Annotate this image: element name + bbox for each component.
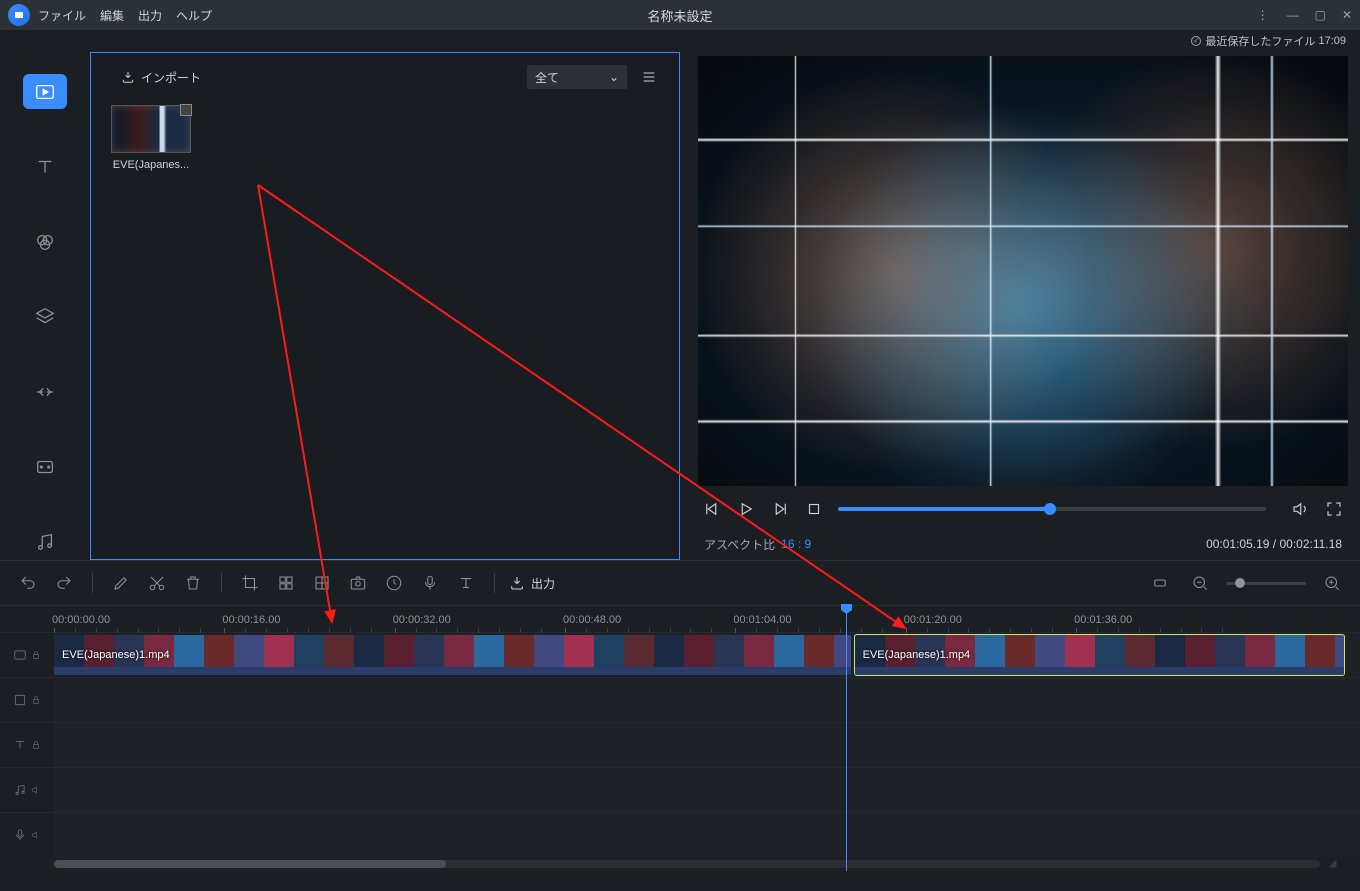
more-icon[interactable]: ⋮ (1257, 8, 1271, 22)
saved-check-icon (1191, 36, 1201, 46)
next-frame-button[interactable] (770, 499, 790, 519)
volume-button[interactable] (1290, 499, 1310, 519)
filter-label: 全て (535, 69, 559, 86)
preview-canvas[interactable] (698, 56, 1348, 486)
aspect-dropdown[interactable]: 16 : 9 (781, 537, 811, 551)
track-audio (0, 767, 1360, 812)
export-button[interactable]: 出力 (509, 575, 555, 592)
track-head-video[interactable] (0, 633, 54, 677)
clip-name: EVE(Japanese)1.mp4 (863, 649, 971, 661)
aspect-label: アスペクト比 (704, 536, 775, 553)
saved-time: 17:09 (1318, 35, 1346, 47)
list-view-button[interactable] (637, 65, 661, 89)
track-lane-video[interactable]: EVE(Japanese)1.mp4 EVE(Japanese)1.mp4 (54, 633, 1360, 677)
maximize-button[interactable]: ▢ (1315, 8, 1326, 22)
left-sidebar (0, 52, 90, 560)
clip-name: EVE(Japanese)1.mp4 (62, 649, 170, 661)
preview-panel: アスペクト比 16 : 9 00:01:05.19 / 00:02:11.18 (680, 52, 1360, 560)
fullscreen-button[interactable] (1324, 499, 1344, 519)
track-text (0, 722, 1360, 767)
grid-button[interactable] (308, 569, 336, 597)
sidebar-tab-audio[interactable] (23, 525, 67, 560)
voice-button[interactable] (416, 569, 444, 597)
track-lane-text[interactable] (54, 723, 1360, 767)
play-button[interactable] (736, 499, 756, 519)
timeline-clip[interactable]: EVE(Japanese)1.mp4 (855, 635, 1345, 675)
menu-output[interactable]: 出力 (138, 7, 162, 24)
app-logo (8, 4, 30, 26)
prev-frame-button[interactable] (702, 499, 722, 519)
resize-grip-icon (1326, 857, 1340, 871)
time-display: 00:01:05.19 / 00:02:11.18 (1206, 537, 1342, 551)
sidebar-tab-filter[interactable] (23, 224, 67, 259)
timeline: 00:00:00.0000:00:16.0000:00:32.0000:00:4… (0, 606, 1360, 871)
undo-button[interactable] (14, 569, 42, 597)
progress-bar[interactable] (838, 507, 1266, 511)
track-head-overlay[interactable] (0, 678, 54, 722)
track-lane-overlay[interactable] (54, 678, 1360, 722)
media-item[interactable]: EVE(Japanes... (109, 105, 193, 171)
chevron-down-icon: ⌄ (609, 70, 619, 84)
track-video: EVE(Japanese)1.mp4 EVE(Japanese)1.mp4 (0, 632, 1360, 677)
add-to-timeline-icon[interactable] (180, 104, 192, 116)
sidebar-tab-transition[interactable] (23, 375, 67, 410)
status-bar: 最近保存したファイル 17:09 (0, 30, 1360, 52)
import-button[interactable]: インポート (121, 69, 201, 86)
mosaic-button[interactable] (272, 569, 300, 597)
media-filter-dropdown[interactable]: 全て ⌄ (527, 65, 627, 89)
timeline-scrollbar[interactable] (0, 857, 1360, 871)
window-title: 名称未設定 (647, 6, 712, 25)
saved-label: 最近保存したファイル (1205, 33, 1315, 49)
timeline-toolbar: 出力 (0, 560, 1360, 606)
sidebar-tab-text[interactable] (23, 149, 67, 184)
zoom-in-button[interactable] (1318, 569, 1346, 597)
export-label: 出力 (531, 575, 555, 592)
edit-button[interactable] (107, 569, 135, 597)
menu-file[interactable]: ファイル (38, 7, 86, 24)
timeline-clip[interactable]: EVE(Japanese)1.mp4 (54, 635, 851, 675)
track-head-voice[interactable] (0, 813, 54, 857)
timeline-ruler[interactable]: 00:00:00.0000:00:16.0000:00:32.0000:00:4… (54, 606, 1360, 632)
menu-edit[interactable]: 編集 (100, 7, 124, 24)
zoom-fit-button[interactable] (1146, 569, 1174, 597)
track-overlay (0, 677, 1360, 722)
track-lane-voice[interactable] (54, 813, 1360, 857)
import-label: インポート (141, 69, 201, 86)
text-tool-button[interactable] (452, 569, 480, 597)
zoom-out-button[interactable] (1186, 569, 1214, 597)
track-head-text[interactable] (0, 723, 54, 767)
crop-button[interactable] (236, 569, 264, 597)
stop-button[interactable] (804, 499, 824, 519)
sidebar-tab-element[interactable] (23, 450, 67, 485)
media-item-name: EVE(Japanes... (109, 159, 193, 171)
cut-button[interactable] (143, 569, 171, 597)
track-lane-audio[interactable] (54, 768, 1360, 812)
minimize-button[interactable]: — (1287, 8, 1299, 22)
menu-help[interactable]: ヘルプ (176, 7, 212, 24)
speed-button[interactable] (380, 569, 408, 597)
sidebar-tab-media[interactable] (23, 74, 67, 109)
title-bar: ファイル 編集 出力 ヘルプ 名称未設定 ⋮ — ▢ ✕ (0, 0, 1360, 30)
media-thumbnail (111, 105, 191, 153)
delete-button[interactable] (179, 569, 207, 597)
track-head-audio[interactable] (0, 768, 54, 812)
close-button[interactable]: ✕ (1342, 8, 1352, 22)
timeline-playhead[interactable] (846, 606, 847, 871)
sidebar-tab-overlay[interactable] (23, 299, 67, 334)
media-panel: インポート 全て ⌄ EVE(Japanes... (90, 52, 680, 560)
redo-button[interactable] (50, 569, 78, 597)
snapshot-button[interactable] (344, 569, 372, 597)
zoom-slider[interactable] (1226, 582, 1306, 585)
track-voice (0, 812, 1360, 857)
